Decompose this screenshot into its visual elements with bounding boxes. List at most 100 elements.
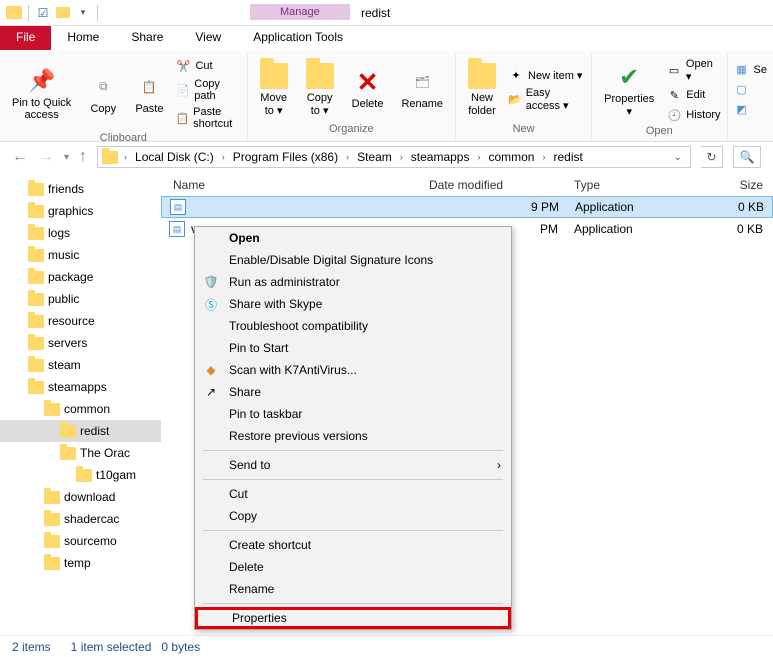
paste-shortcut-icon: 📋 [175,110,189,126]
select-all-button[interactable]: ▦Se [734,60,767,80]
ctx-troubleshoot[interactable]: Troubleshoot compatibility [195,315,511,337]
rename-icon: 🗂 [408,68,436,96]
tree-item-label: public [48,292,79,306]
tab-view[interactable]: View [179,26,237,50]
move-to-button[interactable]: Move to ▾ [254,60,294,118]
folder-icon [76,469,92,482]
breadcrumb-item[interactable]: steamapps [407,150,474,164]
ctx-properties[interactable]: Properties [195,607,511,629]
tree-item-t10gam[interactable]: t10gam [0,464,161,486]
tree-item-steam[interactable]: steam [0,354,161,376]
breadcrumb-item[interactable]: Steam [353,150,396,164]
qat-dropdown-icon[interactable]: ▾ [75,5,91,21]
move-to-icon [260,62,288,90]
paste-button[interactable]: 📋 Paste [129,71,169,117]
ctx-copy[interactable]: Copy [195,505,511,527]
tree-item-temp[interactable]: temp [0,552,161,574]
col-name[interactable]: Name [161,176,421,196]
refresh-button[interactable]: ↻ [701,146,723,168]
ctx-delete[interactable]: Delete [195,556,511,578]
nav-back-button[interactable]: ← [12,148,28,166]
tree-item-friends[interactable]: friends [0,178,161,200]
history-button[interactable]: 🕘History [666,105,720,125]
tree-item-servers[interactable]: servers [0,332,161,354]
ctx-open[interactable]: Open [195,227,511,249]
tab-application-tools[interactable]: Application Tools [237,26,359,50]
qat-newfolder-icon[interactable] [55,5,71,21]
easy-access-icon: 📂 [508,92,522,108]
breadcrumb-item[interactable]: Local Disk (C:) [131,150,218,164]
breadcrumb-item[interactable]: Program Files (x86) [229,150,342,164]
col-size[interactable]: Size [701,176,771,196]
tree-item-download[interactable]: download [0,486,161,508]
tree-item-sourcemo[interactable]: sourcemo [0,530,161,552]
ctx-k7-scan[interactable]: ◆Scan with K7AntiVirus... [195,359,511,381]
pin-quick-access-button[interactable]: 📌 Pin to Quick access [6,65,77,123]
folder-icon [60,447,76,460]
easy-access-button[interactable]: 📂Easy access ▾ [508,85,585,114]
ctx-share[interactable]: ↗Share [195,381,511,403]
ctx-share-skype[interactable]: ⓈShare with Skype [195,293,511,315]
new-folder-button[interactable]: New folder [462,60,502,118]
properties-button[interactable]: ✔ Properties ▾ [598,61,660,119]
tree-item-redist[interactable]: redist [0,420,161,442]
col-date[interactable]: Date modified [421,176,566,196]
select-none-button[interactable]: ▢ [734,80,767,100]
ctx-cut[interactable]: Cut [195,483,511,505]
nav-recent-dropdown[interactable]: ▾ [64,152,69,163]
copy-to-button[interactable]: Copy to ▾ [300,60,340,118]
cut-button[interactable]: ✂️Cut [175,56,240,76]
ctx-create-shortcut[interactable]: Create shortcut [195,534,511,556]
tree-item-graphics[interactable]: graphics [0,200,161,222]
address-history-dropdown[interactable]: ⌄ [674,152,686,163]
tree-item-common[interactable]: common [0,398,161,420]
ctx-pin-start[interactable]: Pin to Start [195,337,511,359]
tree-item-steamapps[interactable]: steamapps [0,376,161,398]
tree-item-label: friends [48,182,84,196]
tree-item-public[interactable]: public [0,288,161,310]
folder-icon [28,271,44,284]
copy-button[interactable]: ⧉ Copy [83,71,123,117]
tab-file[interactable]: File [0,26,51,50]
folder-tree[interactable]: friends graphics logs musicpackage public res… [0,172,161,635]
copy-path-button[interactable]: 📄Copy path [175,76,240,104]
tree-item-music[interactable]: music [0,244,161,266]
address-bar[interactable]: › Local Disk (C:)› Program Files (x86)› … [97,146,691,168]
search-input[interactable]: 🔍 [733,146,761,168]
paste-shortcut-button[interactable]: 📋Paste shortcut [175,104,240,132]
ctx-pin-taskbar[interactable]: Pin to taskbar [195,403,511,425]
tab-home[interactable]: Home [51,26,115,50]
folder-icon [28,249,44,262]
col-type[interactable]: Type [566,176,701,196]
folder-icon [28,183,44,196]
file-row[interactable]: ▤ 9 PM Application 0 KB [161,196,773,218]
ctx-rename[interactable]: Rename [195,578,511,600]
delete-button[interactable]: ✕ Delete [346,66,390,112]
folder-icon [28,227,44,240]
invert-selection-button[interactable]: ◩ [734,100,767,120]
qat-properties-icon[interactable]: ☑ [35,5,51,21]
nav-forward-button[interactable]: → [38,148,54,166]
tab-share[interactable]: Share [115,26,179,50]
tree-item-logs[interactable]: logs [0,222,161,244]
tree-item-the-orac[interactable]: The Orac [0,442,161,464]
tree-item-package[interactable]: package [0,266,161,288]
tree-item-resource[interactable]: resource [0,310,161,332]
ribbon-group-select: ▦Se ▢ ◩ [728,54,773,141]
rename-button[interactable]: 🗂 Rename [395,66,449,112]
ctx-toggle-sig-icons[interactable]: Enable/Disable Digital Signature Icons [195,249,511,271]
ctx-restore-versions[interactable]: Restore previous versions [195,425,511,447]
edit-icon: ✎ [666,87,682,103]
new-item-button[interactable]: ✦New item ▾ [508,65,585,85]
edit-button[interactable]: ✎Edit [666,85,720,105]
tree-item-shadercac[interactable]: shadercac [0,508,161,530]
breadcrumb-item[interactable]: common [484,150,538,164]
ctx-send-to[interactable]: Send to› [195,454,511,476]
nav-up-button[interactable]: ↑ [79,148,87,166]
open-button[interactable]: ▭Open ▾ [666,56,720,85]
folder-icon [28,381,44,394]
exe-icon: ▤ [170,199,186,215]
tree-item-label: logs [48,226,70,240]
breadcrumb-item[interactable]: redist [549,150,586,164]
ctx-run-as-admin[interactable]: 🛡️Run as administrator [195,271,511,293]
